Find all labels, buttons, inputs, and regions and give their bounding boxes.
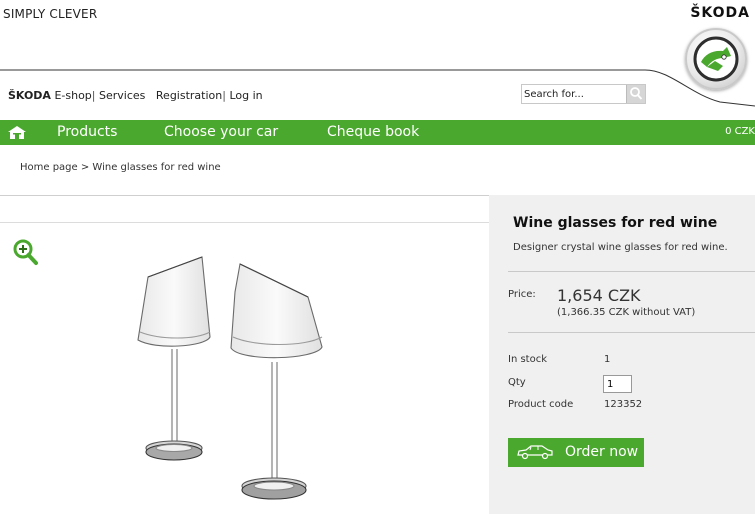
brand-name: ŠKODA (690, 5, 750, 21)
separator: | (222, 89, 226, 102)
product-code-label: Product code (508, 399, 574, 410)
nav-choose-your-car[interactable]: Choose your car (164, 124, 278, 140)
zoom-in-icon[interactable] (12, 238, 40, 266)
cart-total[interactable]: 0 CZK (725, 126, 755, 137)
product-image[interactable] (130, 252, 330, 507)
home-icon[interactable] (7, 124, 27, 141)
price-without-vat: (1,366.35 CZK without VAT) (557, 307, 696, 318)
breadcrumb[interactable]: Home page > Wine glasses for red wine (20, 162, 221, 173)
search-input[interactable] (524, 86, 624, 102)
slogan: SIMPLY CLEVER (3, 7, 98, 21)
wine-glass-right (230, 263, 323, 500)
eshop-label: E-shop (54, 89, 92, 102)
services-link[interactable]: Services (99, 89, 145, 102)
qty-label: Qty (508, 377, 526, 388)
registration-link[interactable]: Registration (156, 89, 222, 102)
product-title: Wine glasses for red wine (513, 215, 718, 231)
search-box (521, 84, 646, 104)
product-info-panel: Wine glasses for red wine Designer cryst… (489, 195, 755, 514)
skoda-logo[interactable] (685, 28, 747, 90)
nav-products[interactable]: Products (57, 124, 117, 140)
product-description: Designer crystal wine glasses for red wi… (513, 242, 728, 253)
qty-input[interactable] (603, 375, 632, 393)
divider (508, 332, 755, 333)
order-now-button[interactable]: Order now (508, 438, 644, 467)
main-nav: Products Choose your car Cheque book 0 C… (0, 120, 755, 145)
eshop-brand: ŠKODA (8, 89, 51, 102)
divider (0, 222, 489, 223)
magnifier-icon (630, 87, 643, 100)
order-now-label: Order now (565, 444, 639, 460)
product-code-value: 123352 (604, 399, 643, 410)
in-stock-value: 1 (604, 354, 611, 365)
wine-glass-left (137, 256, 211, 461)
price-value: 1,654 CZK (557, 286, 641, 305)
separator: | (91, 89, 96, 102)
car-icon (517, 445, 553, 460)
login-link[interactable]: Log in (229, 89, 262, 102)
price-label: Price: (508, 289, 536, 300)
skoda-winged-arrow-logo-icon (693, 36, 739, 82)
in-stock-label: In stock (508, 354, 548, 365)
divider (0, 195, 489, 196)
top-links: ŠKODA E-shop| Services Registration| Log… (8, 89, 263, 102)
search-button[interactable] (626, 85, 645, 103)
eshop-link[interactable]: ŠKODA E-shop (8, 89, 92, 102)
nav-cheque-book[interactable]: Cheque book (327, 124, 419, 140)
divider (508, 271, 755, 272)
